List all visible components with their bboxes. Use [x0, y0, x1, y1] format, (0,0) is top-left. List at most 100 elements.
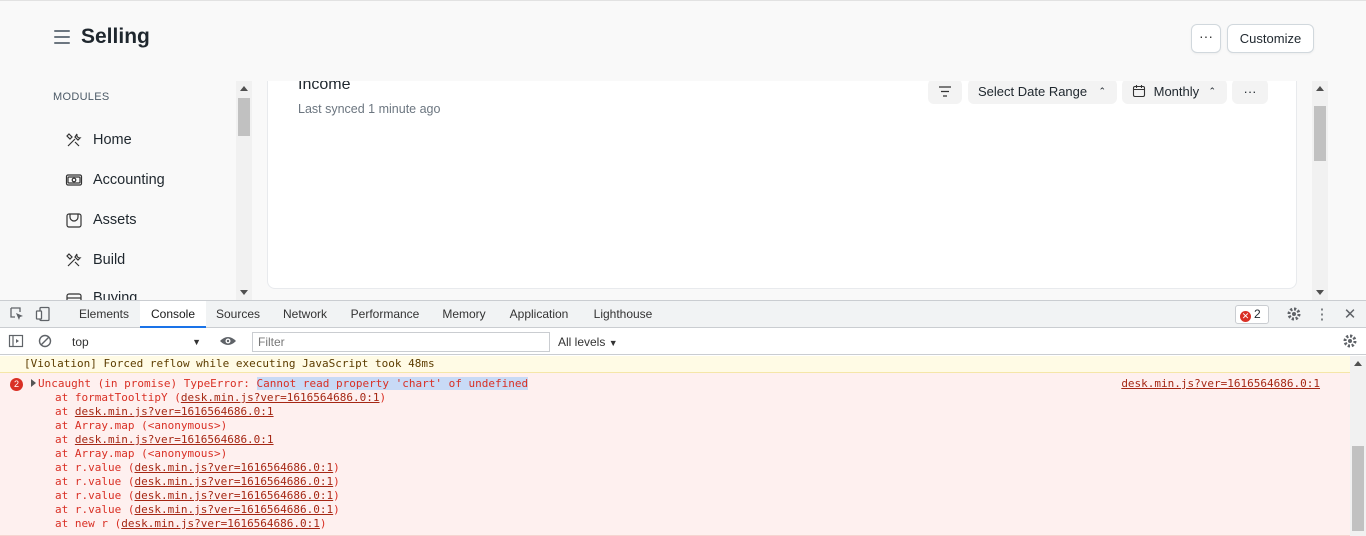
- sidebar-item-accounting[interactable]: Accounting: [65, 166, 165, 194]
- stack-frame-link[interactable]: desk.min.js?ver=1616564686.0:1: [134, 489, 333, 502]
- sidebar-item-home[interactable]: Home: [65, 126, 132, 154]
- console-output: [Violation] Forced reflow while executin…: [0, 356, 1350, 536]
- expand-triangle-icon[interactable]: [31, 379, 36, 387]
- income-chart-card: Income Last synced 1 minute ago Select D…: [267, 61, 1297, 289]
- scroll-down-icon[interactable]: [1316, 290, 1324, 295]
- stack-frame-suffix: ): [333, 503, 340, 516]
- tab-memory[interactable]: Memory: [432, 301, 496, 328]
- stack-frame-suffix: ): [319, 517, 327, 530]
- sidebar-item-build[interactable]: Build: [65, 246, 125, 274]
- stack-frame: at r.value (desk.min.js?ver=1616564686.0…: [0, 503, 1350, 517]
- sidebar-scrollbar[interactable]: [236, 81, 252, 300]
- sidebar-scroll-thumb[interactable]: [238, 98, 250, 136]
- customize-button[interactable]: Customize: [1227, 24, 1314, 53]
- clear-console-icon[interactable]: [36, 333, 54, 351]
- sidebar-toggle-icon[interactable]: [7, 333, 25, 351]
- stack-frame-link[interactable]: desk.min.js?ver=1616564686.0:1: [75, 433, 274, 446]
- violation-message: [Violation] Forced reflow while executin…: [0, 356, 1350, 373]
- tab-console[interactable]: Console: [140, 301, 206, 328]
- stack-frame: at new r (desk.min.js?ver=1616564686.0:1…: [0, 517, 1350, 531]
- stack-frame-text: at new r (: [55, 517, 122, 530]
- stack-frame-link[interactable]: desk.min.js?ver=1616564686.0:1: [181, 391, 380, 404]
- assets-icon: [66, 213, 82, 228]
- stack-frame-text: at r.value (: [55, 503, 135, 516]
- log-levels-select[interactable]: All levels ▼: [558, 333, 618, 352]
- inspect-element-icon[interactable]: [8, 306, 26, 324]
- modules-section-label: MODULES: [53, 91, 110, 103]
- build-icon: [66, 253, 82, 267]
- stack-frame-link[interactable]: desk.min.js?ver=1616564686.0:1: [75, 405, 274, 418]
- stack-frame-text: at Array.map (<anonymous>): [55, 447, 228, 460]
- stack-frame: at r.value (desk.min.js?ver=1616564686.0…: [0, 475, 1350, 489]
- tab-application[interactable]: Application: [500, 301, 578, 328]
- device-toolbar-icon[interactable]: [34, 306, 52, 324]
- more-actions-button[interactable]: ···: [1191, 24, 1221, 53]
- card-more-button[interactable]: ···: [1232, 79, 1268, 104]
- tools-icon: [66, 133, 82, 147]
- stack-frame-link[interactable]: desk.min.js?ver=1616564686.0:1: [134, 461, 333, 474]
- error-count-badge[interactable]: ✕ 2: [1235, 305, 1269, 324]
- live-expression-eye-icon[interactable]: [219, 333, 237, 351]
- dropdown-arrow-icon: ▼: [192, 337, 201, 347]
- stack-frame-suffix: ): [333, 475, 340, 488]
- sidebar-item-label: Home: [93, 132, 132, 148]
- period-label: Monthly: [1153, 84, 1200, 99]
- error-text: Cannot read property 'chart' of undefine…: [256, 377, 529, 390]
- scroll-down-icon[interactable]: [240, 290, 248, 295]
- error-message: 2 Uncaught (in promise) TypeError: Canno…: [0, 373, 1350, 536]
- error-repeat-count: 2: [10, 378, 23, 391]
- period-select[interactable]: Monthly ⌃: [1122, 79, 1227, 104]
- main-scroll-thumb[interactable]: [1314, 106, 1326, 161]
- console-filter-input[interactable]: [252, 332, 550, 352]
- console-scroll-thumb[interactable]: [1352, 446, 1364, 531]
- calendar-icon: [1132, 85, 1146, 98]
- kebab-menu-icon[interactable]: ⋮: [1313, 306, 1331, 324]
- stack-frame-link[interactable]: desk.min.js?ver=1616564686.0:1: [121, 517, 320, 530]
- scroll-up-icon[interactable]: [1354, 361, 1362, 366]
- date-range-label: Select Date Range: [978, 84, 1088, 99]
- menu-toggle-icon[interactable]: [54, 30, 70, 44]
- stack-frame-suffix: ): [333, 461, 340, 474]
- stack-frame: at Array.map (<anonymous>): [0, 447, 1350, 461]
- filter-icon: [939, 86, 951, 97]
- scroll-up-icon[interactable]: [1316, 86, 1324, 91]
- sidebar-item-label: Assets: [93, 212, 137, 228]
- close-icon[interactable]: ✕: [1341, 306, 1359, 324]
- stack-frame: at r.value (desk.min.js?ver=1616564686.0…: [0, 489, 1350, 503]
- last-synced-text: Last synced 1 minute ago: [298, 102, 441, 116]
- stack-frame-text: at r.value (: [55, 475, 135, 488]
- app-window: Selling ··· Customize MODULES Home Accou…: [0, 0, 1366, 301]
- stack-frame: at desk.min.js?ver=1616564686.0:1: [0, 433, 1350, 447]
- header-divider: [252, 56, 1312, 81]
- main-scrollbar[interactable]: [1312, 81, 1328, 300]
- sidebar-item-label: Accounting: [93, 172, 165, 188]
- tab-network[interactable]: Network: [272, 301, 338, 328]
- devtools-tabbar: Elements Console Sources Network Perform…: [0, 301, 1366, 328]
- scroll-up-icon[interactable]: [240, 86, 248, 91]
- stack-frame-text: at formatTooltipY (: [55, 391, 181, 404]
- sidebar-item-assets[interactable]: Assets: [65, 206, 137, 234]
- tab-performance[interactable]: Performance: [342, 301, 428, 328]
- tab-lighthouse[interactable]: Lighthouse: [584, 301, 662, 328]
- context-select[interactable]: top ▼: [65, 333, 205, 351]
- tab-sources[interactable]: Sources: [208, 301, 268, 328]
- tab-elements[interactable]: Elements: [70, 301, 138, 328]
- sidebar-item-buying[interactable]: Buying: [65, 285, 137, 301]
- stack-frame-text: at r.value (: [55, 489, 135, 502]
- filter-button[interactable]: [928, 79, 962, 104]
- console-settings-gear-icon[interactable]: [1341, 333, 1359, 351]
- console-toolbar: top ▼ All levels ▼: [0, 329, 1366, 355]
- levels-label: All levels: [558, 335, 606, 349]
- error-icon: ✕: [1240, 311, 1251, 322]
- console-scrollbar[interactable]: [1350, 356, 1366, 536]
- context-value: top: [72, 335, 89, 349]
- stack-frame-suffix: ): [333, 489, 340, 502]
- stack-frame: at desk.min.js?ver=1616564686.0:1: [0, 405, 1350, 419]
- money-icon: [65, 174, 83, 186]
- stack-frame-link[interactable]: desk.min.js?ver=1616564686.0:1: [134, 503, 333, 516]
- stack-frame-text: at r.value (: [55, 461, 135, 474]
- date-range-select[interactable]: Select Date Range ⌃: [968, 79, 1117, 104]
- settings-gear-icon[interactable]: [1285, 306, 1303, 324]
- error-source-link[interactable]: desk.min.js?ver=1616564686.0:1: [1121, 377, 1320, 390]
- stack-frame-link[interactable]: desk.min.js?ver=1616564686.0:1: [134, 475, 333, 488]
